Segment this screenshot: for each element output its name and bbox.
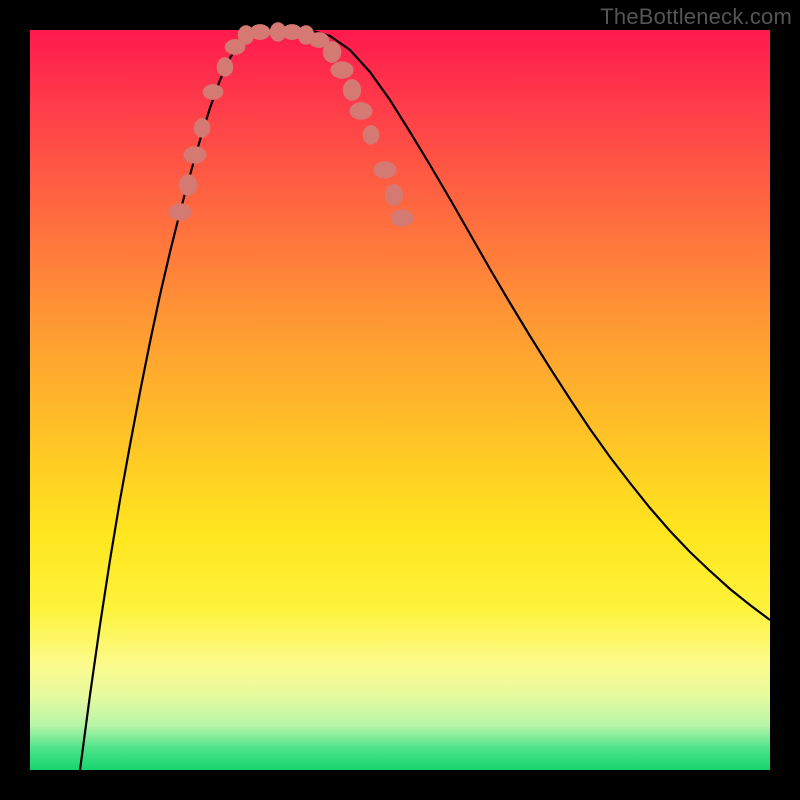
right-curve <box>310 30 770 620</box>
chart-svg <box>30 30 770 770</box>
bead-marker <box>385 184 403 206</box>
bead-marker <box>169 203 192 220</box>
bead-marker <box>194 118 211 138</box>
left-curve <box>80 30 250 770</box>
bead-marker <box>374 161 397 178</box>
bead-marker <box>203 84 224 100</box>
bead-marker <box>391 209 414 226</box>
watermark-label: TheBottleneck.com <box>600 4 792 30</box>
plot-area <box>30 30 770 770</box>
bead-marker <box>217 57 234 77</box>
bead-marker <box>323 41 341 63</box>
bead-marker <box>350 102 373 119</box>
beads-left-group <box>169 22 287 220</box>
bead-marker <box>331 61 354 78</box>
bead-marker <box>343 79 361 101</box>
bead-marker <box>179 174 197 196</box>
bead-marker <box>363 125 380 145</box>
chart-frame: TheBottleneck.com <box>0 0 800 800</box>
beads-right-group <box>282 24 414 227</box>
bead-marker <box>250 24 271 40</box>
bead-marker <box>184 146 207 163</box>
